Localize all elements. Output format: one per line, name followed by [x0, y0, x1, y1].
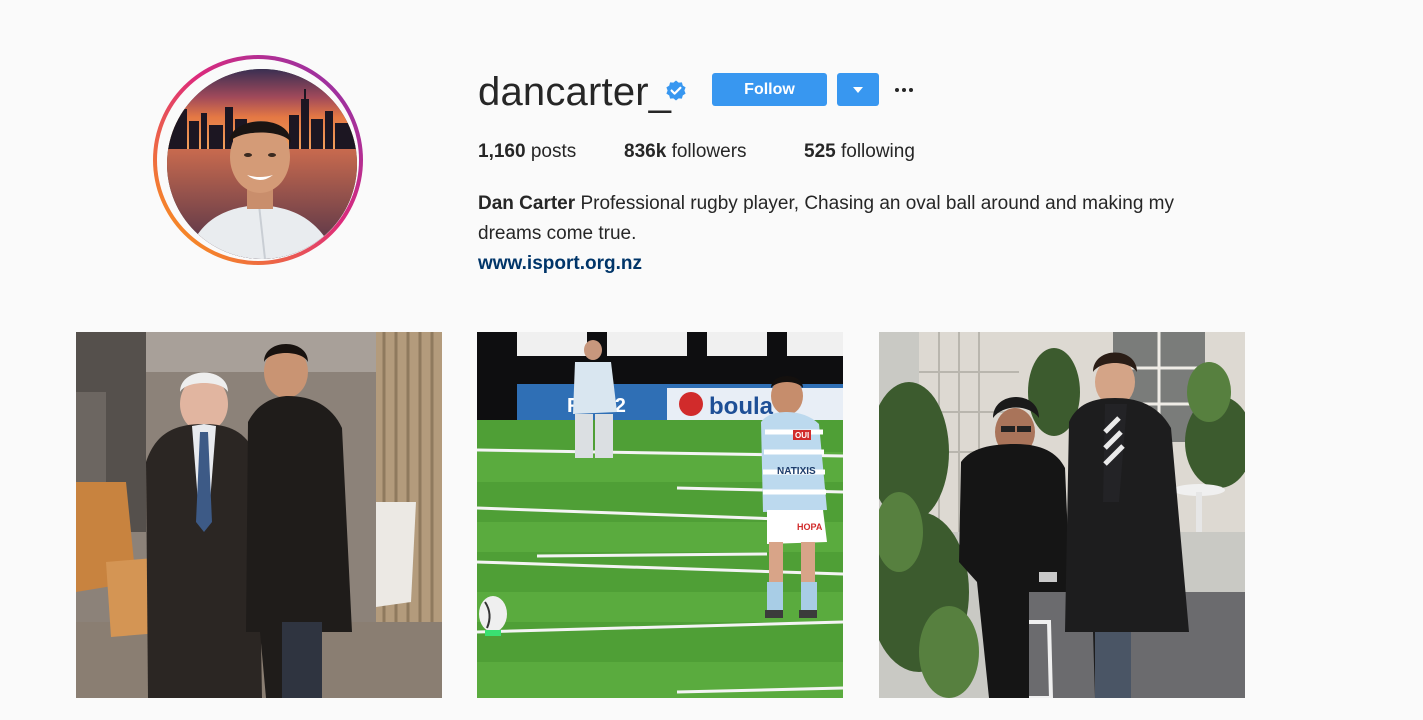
more-options-button[interactable]	[890, 80, 918, 100]
verified-badge-icon	[666, 80, 686, 101]
post-image-1	[76, 332, 442, 698]
avatar-image	[167, 69, 357, 259]
post-thumbnail-3[interactable]	[879, 332, 1245, 698]
follow-button[interactable]: Follow	[712, 73, 827, 106]
bio-text: Professional rugby player, Chasing an ov…	[478, 193, 1175, 244]
post-image-2: F S 92 boula	[477, 332, 843, 698]
profile-page: dancarter_ Follow 1,160 posts 836k follo…	[0, 0, 1423, 720]
caret-down-icon	[853, 87, 863, 93]
followers-count-stat[interactable]: 836k followers	[624, 140, 747, 164]
following-label: following	[840, 141, 915, 162]
avatar-photo	[167, 69, 357, 259]
profile-avatar[interactable]	[153, 55, 363, 265]
followers-count: 836k	[624, 141, 667, 162]
banner-text-2: boula	[709, 393, 774, 420]
posts-count-stat: 1,160 posts	[478, 140, 576, 164]
more-options-icon	[895, 88, 899, 92]
post-thumbnail-1[interactable]	[76, 332, 442, 698]
website-link[interactable]: www.isport.org.nz	[478, 251, 642, 277]
post-thumbnail-2[interactable]: F S 92 boula	[477, 332, 843, 698]
profile-username: dancarter_	[478, 70, 672, 114]
post-image-3	[879, 332, 1245, 698]
profile-bio: Dan Carter Professional rugby player, Ch…	[478, 189, 1238, 249]
suggested-accounts-dropdown-button[interactable]	[837, 73, 879, 106]
shirt-text-1: OUI	[795, 431, 809, 440]
following-count: 525	[804, 141, 836, 162]
following-count-stat[interactable]: 525 following	[804, 140, 915, 164]
posts-count: 1,160	[478, 141, 526, 162]
profile-full-name: Dan Carter	[478, 193, 576, 214]
followers-label: followers	[671, 141, 747, 162]
shorts-text: HOPA	[797, 522, 823, 532]
posts-label: posts	[530, 141, 577, 162]
shirt-text-2: NATIXIS	[777, 466, 816, 477]
